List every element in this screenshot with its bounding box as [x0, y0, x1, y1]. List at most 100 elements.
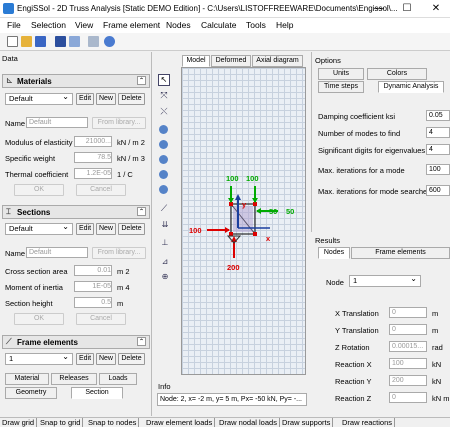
iter-mode-field[interactable]: 100 [426, 164, 450, 175]
select-area-icon[interactable]: ⤬ [158, 106, 170, 118]
inertia-field[interactable]: 1E-05 [74, 281, 112, 292]
tab-time-steps[interactable]: Time steps [318, 81, 364, 93]
menu-tools[interactable]: Tools [246, 20, 266, 30]
zoom-window-icon[interactable] [159, 170, 168, 179]
tab-axial-diagram[interactable]: Axial diagram [252, 55, 303, 67]
damping-field[interactable]: 0.05 [426, 110, 450, 121]
menu-nodes[interactable]: Nodes [166, 20, 191, 30]
frames-header[interactable]: ⟋ Frame elements ⌃ [2, 335, 150, 349]
tab-geometry[interactable]: Geometry [5, 387, 57, 399]
pan-icon[interactable]: ⤧ [158, 90, 170, 102]
frames-select[interactable]: 1 [5, 352, 73, 365]
status-draw-supports[interactable]: Draw supports [282, 418, 334, 427]
sections-delete-button[interactable]: Delete [118, 223, 145, 235]
node-select[interactable]: 1 [349, 274, 421, 287]
results-label: Results [315, 236, 341, 245]
sections-ok-button[interactable]: OK [14, 313, 64, 325]
support-icon[interactable]: ⊥ [158, 238, 172, 250]
reaction-x-field[interactable]: 100 [389, 358, 427, 369]
status-snap-nodes[interactable]: Snap to nodes [88, 418, 140, 427]
tab-section[interactable]: Section [71, 387, 123, 399]
print-icon[interactable] [55, 36, 66, 47]
materials-select[interactable]: Default [5, 92, 73, 105]
tab-frame-elements[interactable]: Frame elements [351, 247, 450, 259]
materials-delete-button[interactable]: Delete [118, 93, 145, 105]
tab-nodes[interactable]: Nodes [318, 247, 350, 259]
materials-new-button[interactable]: New [96, 93, 116, 105]
materials-cancel-button[interactable]: Cancel [76, 184, 126, 196]
materials-edit-button[interactable]: Edit [76, 93, 94, 105]
frames-delete-button[interactable]: Delete [118, 353, 145, 365]
sections-edit-button[interactable]: Edit [76, 223, 94, 235]
menu-view[interactable]: View [75, 20, 93, 30]
collapse-icon[interactable]: ⌃ [137, 337, 146, 346]
status-draw-reactions[interactable]: Draw reactions [342, 418, 396, 427]
minimize-button[interactable]: — [368, 2, 390, 16]
area-field[interactable]: 0.01 [74, 265, 112, 276]
z-rotation-field[interactable]: 0.00015... [389, 341, 427, 352]
zoom-out-icon[interactable] [159, 140, 168, 149]
menu-frame-element[interactable]: Frame element [103, 20, 160, 30]
thermal-field[interactable]: 1.2E-05 [74, 168, 112, 179]
hinge-icon[interactable]: ⊿ [158, 257, 172, 269]
menu-calculate[interactable]: Calculate [201, 20, 236, 30]
zoom-in-icon[interactable] [159, 125, 168, 134]
materials-header[interactable]: ⊾ Materials ⌃ [2, 74, 150, 88]
collapse-icon[interactable]: ⌃ [137, 76, 146, 85]
weight-field[interactable]: 78.5 [74, 152, 112, 163]
materials-name-field[interactable]: Default [26, 117, 88, 128]
zoom-fit-icon[interactable] [159, 155, 168, 164]
sections-cancel-button[interactable]: Cancel [76, 313, 126, 325]
reaction-y-field[interactable]: 200 [389, 375, 427, 386]
tab-dynamic-analysis[interactable]: Dynamic Analysis [378, 81, 444, 93]
sections-name-field[interactable]: Default [26, 247, 88, 258]
modulus-field[interactable]: 21000... [74, 136, 112, 147]
sections-library-button[interactable]: From library... [92, 247, 146, 259]
help-icon[interactable] [104, 36, 115, 47]
materials-ok-button[interactable]: OK [14, 184, 64, 196]
pointer-icon[interactable]: ↖ [158, 74, 170, 86]
height-field[interactable]: 0.5 [74, 297, 112, 308]
sections-header[interactable]: ⌶ Sections ⌃ [2, 205, 150, 219]
materials-library-button[interactable]: From library... [92, 117, 146, 129]
tab-loads[interactable]: Loads [99, 373, 137, 385]
sections-new-button[interactable]: New [96, 223, 116, 235]
reaction-z-field[interactable]: 0 [389, 392, 427, 403]
tab-model[interactable]: Model [182, 55, 210, 67]
maximize-button[interactable]: ☐ [396, 2, 418, 16]
preview-icon[interactable] [69, 36, 80, 47]
modulus-unit: kN / m 2 [117, 138, 145, 147]
modes-field[interactable]: 4 [426, 127, 450, 138]
tab-material[interactable]: Material [5, 373, 49, 385]
node-icon[interactable]: ⊕ [158, 272, 172, 284]
status-draw-nodal-loads[interactable]: Draw nodal loads [219, 418, 280, 427]
iter-search-field[interactable]: 600 [426, 185, 450, 196]
menu-file[interactable]: File [7, 20, 21, 30]
tab-colors[interactable]: Colors [367, 68, 427, 80]
frames-new-button[interactable]: New [96, 353, 116, 365]
digits-field[interactable]: 4 [426, 144, 450, 155]
close-button[interactable]: ✕ [425, 2, 447, 16]
open-folder-icon[interactable] [21, 36, 32, 47]
y-translation-field[interactable]: 0 [389, 324, 427, 335]
tab-units[interactable]: Units [318, 68, 364, 80]
status-snap-grid[interactable]: Snap to grid [40, 418, 84, 427]
frames-edit-button[interactable]: Edit [76, 353, 94, 365]
tab-releases[interactable]: Releases [51, 373, 97, 385]
menu-help[interactable]: Help [276, 20, 293, 30]
x-translation-field[interactable]: 0 [389, 307, 427, 318]
ibeam-icon: ⌶ [6, 207, 11, 216]
sections-select[interactable]: Default [5, 222, 73, 235]
collapse-icon[interactable]: ⌃ [137, 207, 146, 216]
status-draw-element-loads[interactable]: Draw element loads [146, 418, 216, 427]
draw-frame-icon[interactable]: ⟋ [158, 203, 170, 215]
load-icon[interactable]: ⇊ [158, 220, 172, 232]
new-file-icon[interactable] [7, 36, 18, 47]
status-draw-grid[interactable]: Draw grid [2, 418, 38, 427]
image-icon[interactable] [88, 36, 99, 47]
save-icon[interactable] [35, 36, 46, 47]
zoom-prev-icon[interactable] [159, 185, 168, 194]
model-canvas[interactable]: 100 100 50 50 100 200 y x [181, 67, 306, 375]
menu-selection[interactable]: Selection [31, 20, 66, 30]
tab-deformed[interactable]: Deformed [211, 55, 251, 67]
